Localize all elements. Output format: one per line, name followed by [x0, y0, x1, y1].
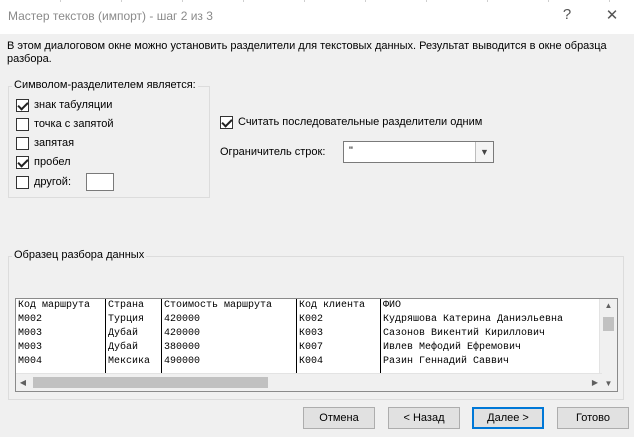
table-cell: М003	[18, 328, 43, 339]
checkbox-checked-icon[interactable]	[16, 155, 29, 169]
scroll-up-icon[interactable]: ▲	[600, 299, 617, 313]
table-cell: Страна	[108, 300, 145, 311]
column-break-line[interactable]	[296, 299, 297, 375]
horizontal-scroll-thumb[interactable]	[33, 377, 268, 388]
table-cell: М004	[18, 356, 43, 367]
table-cell: К004	[299, 356, 324, 367]
delimiter-comma-option[interactable]: запятая	[16, 135, 74, 151]
preview-group-title: Образец разбора данных	[12, 249, 147, 261]
table-cell: Дубай	[108, 328, 139, 339]
title-bar: Мастер текстов (импорт) - шаг 2 из 3 ? ✕	[0, 0, 634, 34]
treat-consecutive-label: Считать последовательные разделители одн…	[238, 116, 483, 128]
checkbox-unchecked-icon[interactable]	[16, 117, 29, 131]
table-cell: Кудряшова Катерина Даниэльевна	[383, 314, 564, 325]
scroll-right-icon[interactable]: ▶	[588, 374, 602, 391]
checkbox-unchecked-icon[interactable]	[16, 175, 29, 189]
finish-button[interactable]: Готово	[557, 407, 629, 429]
text-import-wizard-dialog: Мастер текстов (импорт) - шаг 2 из 3 ? ✕…	[0, 0, 634, 437]
table-cell: М003	[18, 342, 43, 353]
table-cell: ФИО	[383, 300, 402, 311]
table-cell: Код маршрута	[18, 300, 91, 311]
table-cell: Ивлев Мефодий Ефремович	[383, 342, 522, 353]
chevron-down-icon[interactable]: ▼	[475, 142, 493, 162]
delimiter-space-option[interactable]: пробел	[16, 154, 71, 170]
table-cell: 380000	[164, 342, 201, 353]
back-button[interactable]: < Назад	[388, 407, 460, 429]
text-qualifier-select[interactable]: " ▼	[343, 141, 494, 163]
table-cell: Турция	[108, 314, 145, 325]
next-button[interactable]: Далее >	[472, 407, 544, 429]
table-cell: К003	[299, 328, 324, 339]
column-break-line[interactable]	[105, 299, 106, 375]
delimiters-group-title: Символом-разделителем является:	[12, 79, 198, 91]
other-delimiter-input[interactable]	[86, 173, 114, 191]
column-break-line[interactable]	[380, 299, 381, 375]
treat-consecutive-option[interactable]: Считать последовательные разделители одн…	[220, 114, 482, 130]
delimiter-space-label: пробел	[34, 156, 71, 168]
delimiter-semicolon-label: точка с запятой	[34, 118, 114, 130]
delimiter-tab-label: знак табуляции	[34, 99, 113, 111]
delimiter-other-label: другой:	[34, 176, 72, 188]
help-button[interactable]: ?	[557, 6, 577, 23]
text-qualifier-label: Ограничитель строк:	[220, 146, 326, 158]
preview-horizontal-scrollbar[interactable]: ◀ ▶	[16, 373, 602, 391]
delimiter-tab-option[interactable]: знак табуляции	[16, 97, 112, 113]
column-break-line[interactable]	[161, 299, 162, 375]
background-strip	[0, 0, 634, 2]
vertical-scroll-thumb[interactable]	[603, 317, 614, 331]
delimiter-semicolon-option[interactable]: точка с запятой	[16, 116, 114, 132]
table-cell: 420000	[164, 328, 201, 339]
text-qualifier-value: "	[349, 145, 353, 157]
scroll-down-icon[interactable]: ▼	[600, 377, 617, 391]
table-cell: Стоимость маршрута	[164, 300, 273, 311]
table-cell: Дубай	[108, 342, 139, 353]
delimiter-other-option[interactable]: другой:	[16, 174, 71, 190]
window-title: Мастер текстов (импорт) - шаг 2 из 3	[8, 9, 213, 23]
table-cell: 490000	[164, 356, 201, 367]
data-preview[interactable]: Код маршрута Страна Стоимость маршрута К…	[15, 298, 618, 392]
description-text: В этом диалоговом окне можно установить …	[7, 40, 607, 65]
table-cell: К007	[299, 342, 324, 353]
table-cell: Сазонов Викентий Кириллович	[383, 328, 546, 339]
table-cell: К002	[299, 314, 324, 325]
checkbox-checked-icon[interactable]	[220, 115, 233, 129]
cancel-button[interactable]: Отмена	[303, 407, 375, 429]
table-cell: Мексика	[108, 356, 151, 367]
table-cell: 420000	[164, 314, 201, 325]
table-cell: Код клиента	[299, 300, 366, 311]
table-cell: М002	[18, 314, 43, 325]
close-button[interactable]: ✕	[602, 6, 622, 24]
checkbox-checked-icon[interactable]	[16, 98, 29, 112]
checkbox-unchecked-icon[interactable]	[16, 136, 29, 150]
scroll-left-icon[interactable]: ◀	[16, 374, 30, 391]
table-cell: Разин Геннадий Саввич	[383, 356, 510, 367]
delimiter-comma-label: запятая	[34, 137, 75, 149]
